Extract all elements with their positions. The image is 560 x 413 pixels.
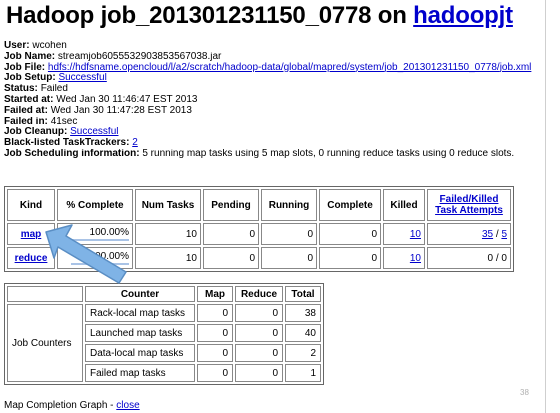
cleanup-label: Job Cleanup: [4, 127, 68, 138]
col-total: Total [285, 286, 321, 302]
started-label: Started at: [4, 94, 54, 105]
counter-reduce: 0 [235, 324, 283, 342]
killed-attempts-link[interactable]: 5 [501, 229, 507, 240]
kind-cell[interactable]: map [7, 223, 55, 245]
table-row: reduce 100.00% 10 0 0 0 10 0 / 0 [7, 247, 511, 269]
counter-map: 0 [197, 324, 233, 342]
num-tasks-cell: 10 [135, 247, 201, 269]
counter-map: 0 [197, 364, 233, 382]
col-num-tasks: Num Tasks [135, 189, 201, 221]
map-completion-graph: Map Completion Graph - close [4, 400, 140, 411]
counter-name: Data-local map tasks [85, 344, 195, 362]
job-setup-link[interactable]: Successful [58, 73, 106, 83]
counter-reduce: 0 [235, 344, 283, 362]
col-map: Map [197, 286, 233, 302]
blacklisted-label: Black-listed TaskTrackers: [4, 138, 130, 149]
counter-total: 2 [285, 344, 321, 362]
col-group [7, 286, 83, 302]
counter-name: Launched map tasks [85, 324, 195, 342]
job-name-value: streamjob6055532903853567038.jar [57, 51, 222, 62]
reduce-link[interactable]: reduce [15, 253, 48, 264]
counter-total: 1 [285, 364, 321, 382]
counter-reduce: 0 [235, 364, 283, 382]
failed-attempts-cell[interactable]: 35 / 5 [427, 223, 511, 245]
host-link[interactable]: hadoopjt [413, 2, 513, 29]
col-failed-attempts[interactable]: Failed/Killed Task Attempts [427, 189, 511, 221]
failed-in-value: 41sec [50, 116, 78, 127]
footer-label: Map Completion Graph - [4, 400, 117, 411]
counter-total: 38 [285, 304, 321, 322]
status-label: Status: [4, 84, 38, 95]
pending-cell: 0 [203, 247, 259, 269]
complete-count-cell: 0 [319, 223, 381, 245]
table-row: map 100.00% 10 0 0 0 10 35 / 5 [7, 223, 511, 245]
col-counter: Counter [85, 286, 195, 302]
failed-link[interactable]: 35 [482, 229, 493, 240]
close-link[interactable]: close [116, 400, 139, 411]
counter-total: 40 [285, 324, 321, 342]
job-file-link[interactable]: hdfs://hdfsname.opencloud/l/a2/scratch/h… [48, 62, 531, 73]
killed-cell[interactable]: 10 [383, 247, 425, 269]
complete-cell: 100.00% [57, 223, 133, 245]
col-kind: Kind [7, 189, 55, 221]
title-prefix: Hadoop job_201301231150_0778 on [6, 2, 414, 29]
user-label: User: [4, 41, 30, 51]
col-killed: Killed [383, 189, 425, 221]
job-name-label: Job Name: [4, 51, 56, 62]
col-reduce: Reduce [235, 286, 283, 302]
tasks-table: Kind % Complete Num Tasks Pending Runnin… [4, 186, 514, 272]
killed-cell[interactable]: 10 [383, 223, 425, 245]
counter-reduce: 0 [235, 304, 283, 322]
job-page: Hadoop job_201301231150_0778 on hadoopjt… [0, 0, 546, 413]
job-info: User: wcohen Job Name: streamjob60555329… [4, 41, 542, 160]
blacklisted-link[interactable]: 2 [132, 138, 138, 148]
complete-value: 100.00% [89, 251, 129, 262]
job-file-label: Job File: [4, 61, 46, 73]
page-number: 38 [520, 388, 529, 397]
table-row: Job Counters Rack-local map tasks 0 0 38 [7, 304, 321, 382]
kind-cell[interactable]: reduce [7, 247, 55, 269]
counter-group-cell: Job Counters [7, 304, 83, 382]
col-complete: % Complete [57, 189, 133, 221]
started-value: Wed Jan 30 11:46:47 EST 2013 [56, 94, 198, 105]
killed-link[interactable]: 10 [410, 253, 421, 264]
counters-header-row: Counter Map Reduce Total [7, 286, 321, 302]
counter-map: 0 [197, 304, 233, 322]
page-title: Hadoop job_201301231150_0778 on hadoopjt [6, 2, 513, 30]
map-link[interactable]: map [21, 229, 42, 240]
pending-cell: 0 [203, 223, 259, 245]
num-tasks-cell: 10 [135, 223, 201, 245]
user-value: wcohen [32, 41, 67, 51]
col-pending: Pending [203, 189, 259, 221]
complete-cell: 100.00% [57, 247, 133, 269]
killed-link[interactable]: 10 [410, 229, 421, 240]
failed-at-label: Failed at: [4, 105, 48, 116]
tasks-header-row: Kind % Complete Num Tasks Pending Runnin… [7, 189, 511, 221]
scheduling-label: Job Scheduling information: [4, 148, 140, 159]
counter-name: Rack-local map tasks [85, 304, 195, 322]
running-cell: 0 [261, 247, 317, 269]
status-value: Failed [40, 84, 68, 95]
failed-attempts-link[interactable]: Failed/Killed Task Attempts [435, 194, 503, 216]
progress-bar [71, 263, 129, 265]
progress-bar [71, 239, 129, 241]
job-setup-label: Job Setup: [4, 73, 56, 84]
complete-count-cell: 0 [319, 247, 381, 269]
counter-map: 0 [197, 344, 233, 362]
failed-in-label: Failed in: [4, 116, 48, 127]
scheduling-value: 5 running map tasks using 5 map slots, 0… [142, 148, 515, 159]
col-running: Running [261, 189, 317, 221]
failed-at-value: Wed Jan 30 11:47:28 EST 2013 [50, 105, 192, 116]
counters-table: Counter Map Reduce Total Job Counters Ra… [4, 283, 324, 385]
counter-name: Failed map tasks [85, 364, 195, 382]
col-complete-count: Complete [319, 189, 381, 221]
failed-attempts-cell: 0 / 0 [427, 247, 511, 269]
running-cell: 0 [261, 223, 317, 245]
cleanup-link[interactable]: Successful [70, 127, 118, 137]
complete-value: 100.00% [89, 227, 129, 238]
